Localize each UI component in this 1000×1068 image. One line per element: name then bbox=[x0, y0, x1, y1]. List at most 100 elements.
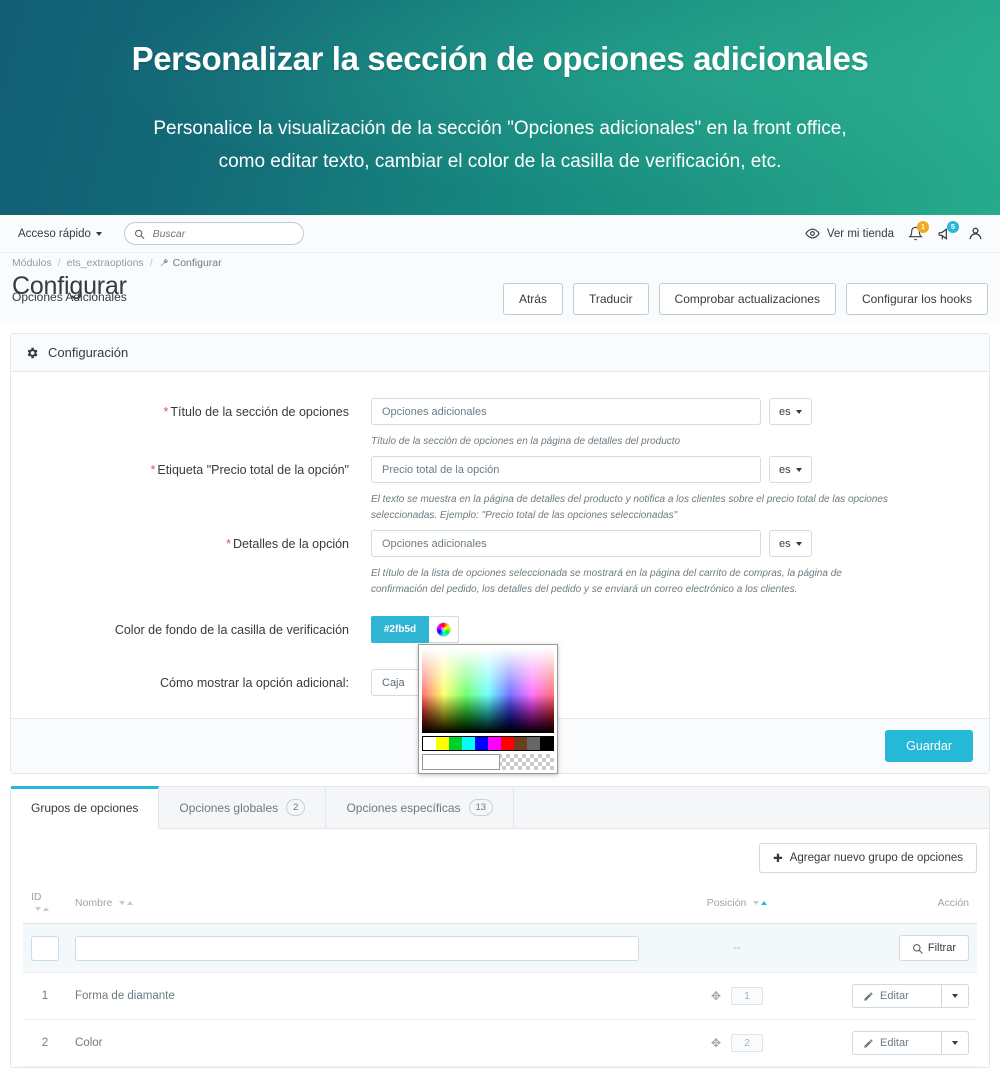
swatch-blue[interactable] bbox=[475, 737, 488, 750]
help-total-price: El texto se muestra en la página de deta… bbox=[371, 494, 888, 521]
translate-button[interactable]: Traducir bbox=[572, 283, 649, 315]
check-updates-button[interactable]: Comprobar actualizaciones bbox=[658, 283, 836, 315]
breadcrumb-item-module[interactable]: ets_extraoptions bbox=[67, 257, 144, 269]
column-header-action: Acción bbox=[827, 887, 977, 924]
color-hex-input[interactable] bbox=[422, 754, 500, 770]
required-marker: * bbox=[226, 537, 231, 551]
table-row[interactable]: 2 Color ✥ 2 Editar bbox=[23, 1019, 977, 1067]
option-groups-table: ID Nombre Posición Acción -- Filtrar 1 F… bbox=[23, 887, 977, 1067]
notifications-button[interactable]: 1 bbox=[908, 221, 929, 241]
tabs-bar: Grupos de opciones Opciones globales 2 O… bbox=[11, 786, 989, 829]
add-option-group-label: Agregar nuevo grupo de opciones bbox=[789, 852, 963, 864]
configure-hooks-button[interactable]: Configurar los hooks bbox=[845, 283, 988, 315]
column-header-id[interactable]: ID bbox=[23, 887, 67, 924]
swatch-white[interactable] bbox=[423, 737, 436, 750]
edit-button[interactable]: Editar bbox=[852, 1031, 942, 1055]
total-price-label-input[interactable] bbox=[371, 456, 761, 483]
language-code: es bbox=[779, 405, 791, 418]
eye-icon bbox=[805, 228, 820, 239]
tab-option-groups[interactable]: Grupos de opciones bbox=[11, 786, 160, 829]
configuration-card: Configuración * Título de la sección de o… bbox=[10, 333, 990, 774]
column-header-position[interactable]: Posición bbox=[647, 887, 827, 924]
filter-cell-name bbox=[67, 923, 647, 973]
table-head: ID Nombre Posición Acción bbox=[23, 887, 977, 924]
color-wheel-icon bbox=[436, 622, 451, 637]
black-gradient bbox=[422, 648, 554, 733]
color-picker-footer bbox=[422, 754, 554, 770]
swatch-black[interactable] bbox=[540, 737, 553, 750]
quick-access-label: Acceso rápido bbox=[18, 227, 91, 240]
drag-handle-icon[interactable]: ✥ bbox=[711, 989, 721, 1003]
total-price-language-button[interactable]: es bbox=[769, 456, 812, 483]
breadcrumb-current-label: Configurar bbox=[172, 257, 222, 269]
color-picker-group[interactable]: #2fb5d bbox=[371, 616, 973, 774]
cell-name: Color bbox=[67, 1019, 647, 1067]
page-header-actions: Atrás Traducir Comprobar actualizaciones… bbox=[502, 269, 988, 315]
swatch-yellow[interactable] bbox=[436, 737, 449, 750]
filter-position-placeholder: -- bbox=[733, 942, 741, 954]
section-title-input[interactable] bbox=[371, 398, 761, 425]
breadcrumb-item-modules[interactable]: Módulos bbox=[12, 257, 52, 269]
tab-global-options[interactable]: Opciones globales 2 bbox=[159, 787, 327, 828]
configuration-card-title: Configuración bbox=[48, 345, 129, 360]
swatch-magenta[interactable] bbox=[488, 737, 501, 750]
swatch-gray[interactable] bbox=[527, 737, 540, 750]
sort-icon-id[interactable] bbox=[35, 907, 49, 912]
edit-dropdown-toggle[interactable] bbox=[942, 1031, 969, 1055]
column-header-id-label: ID bbox=[31, 891, 42, 903]
swatch-brown[interactable] bbox=[514, 737, 527, 750]
color-picker-panel[interactable] bbox=[418, 644, 558, 774]
breadcrumb-separator-2: / bbox=[149, 257, 153, 269]
filter-name-input[interactable] bbox=[75, 935, 639, 961]
announcements-badge: 5 bbox=[947, 220, 959, 233]
filter-id-input[interactable] bbox=[31, 935, 59, 961]
language-code: es bbox=[779, 537, 791, 550]
filter-button-label: Filtrar bbox=[927, 942, 956, 954]
search-input[interactable] bbox=[150, 226, 294, 241]
swatch-green[interactable] bbox=[449, 737, 462, 750]
save-button[interactable]: Guardar bbox=[885, 730, 973, 762]
section-title-language-button[interactable]: es bbox=[769, 398, 812, 425]
table-row[interactable]: 1 Forma de diamante ✥ 1 Editar bbox=[23, 972, 977, 1020]
plus-icon: ✚ bbox=[773, 853, 783, 865]
help-option-details: El título de la lista de opciones selecc… bbox=[371, 568, 842, 595]
announcements-button[interactable]: 5 bbox=[937, 220, 959, 242]
back-button[interactable]: Atrás bbox=[502, 283, 563, 315]
color-swatch-palette[interactable] bbox=[422, 736, 554, 751]
admin-topbar: Acceso rápido Ver mi tienda 1 5 bbox=[0, 215, 1000, 253]
option-details-language-button[interactable]: es bbox=[769, 530, 812, 557]
drag-handle-icon[interactable]: ✥ bbox=[711, 1036, 721, 1050]
column-header-action-label: Acción bbox=[937, 897, 969, 909]
tab-global-options-label: Opciones globales bbox=[179, 800, 279, 815]
swatch-cyan[interactable] bbox=[462, 737, 475, 750]
color-saturation-value-area[interactable] bbox=[422, 648, 554, 733]
view-my-store-link[interactable]: Ver mi tienda bbox=[805, 226, 894, 241]
sort-icon-name[interactable] bbox=[119, 901, 134, 906]
column-header-name-label: Nombre bbox=[75, 897, 113, 909]
color-preview-swatch[interactable]: #2fb5d bbox=[371, 616, 429, 643]
option-details-input[interactable] bbox=[371, 530, 761, 557]
sort-icon-position[interactable] bbox=[753, 901, 768, 906]
color-picker-trigger[interactable] bbox=[429, 616, 459, 643]
chevron-down-icon bbox=[795, 409, 802, 414]
add-option-group-button[interactable]: ✚ Agregar nuevo grupo de opciones bbox=[759, 843, 977, 873]
tab-option-groups-label: Grupos de opciones bbox=[31, 800, 139, 815]
edit-button[interactable]: Editar bbox=[852, 984, 942, 1008]
breadcrumb-current: Configurar bbox=[159, 257, 222, 269]
language-code: es bbox=[779, 463, 791, 476]
form-row-checkbox-color: Color de fondo de la casilla de verifica… bbox=[11, 616, 989, 774]
quick-access-menu[interactable]: Acceso rápido bbox=[12, 224, 108, 244]
search-box[interactable] bbox=[123, 222, 304, 245]
filter-button[interactable]: Filtrar bbox=[898, 935, 969, 961]
cell-id: 2 bbox=[23, 1019, 67, 1067]
page-title-wrap: Configurar Opciones Adicionales bbox=[12, 269, 127, 311]
user-icon bbox=[969, 227, 982, 240]
user-avatar-button[interactable] bbox=[967, 225, 984, 242]
swatch-red[interactable] bbox=[501, 737, 514, 750]
required-marker: * bbox=[150, 463, 156, 477]
edit-dropdown-toggle[interactable] bbox=[942, 984, 969, 1008]
tab-specific-options[interactable]: Opciones específicas 13 bbox=[326, 787, 515, 828]
table-header-row: ID Nombre Posición Acción bbox=[23, 887, 977, 924]
chevron-down-icon bbox=[795, 541, 802, 546]
column-header-name[interactable]: Nombre bbox=[67, 887, 647, 924]
